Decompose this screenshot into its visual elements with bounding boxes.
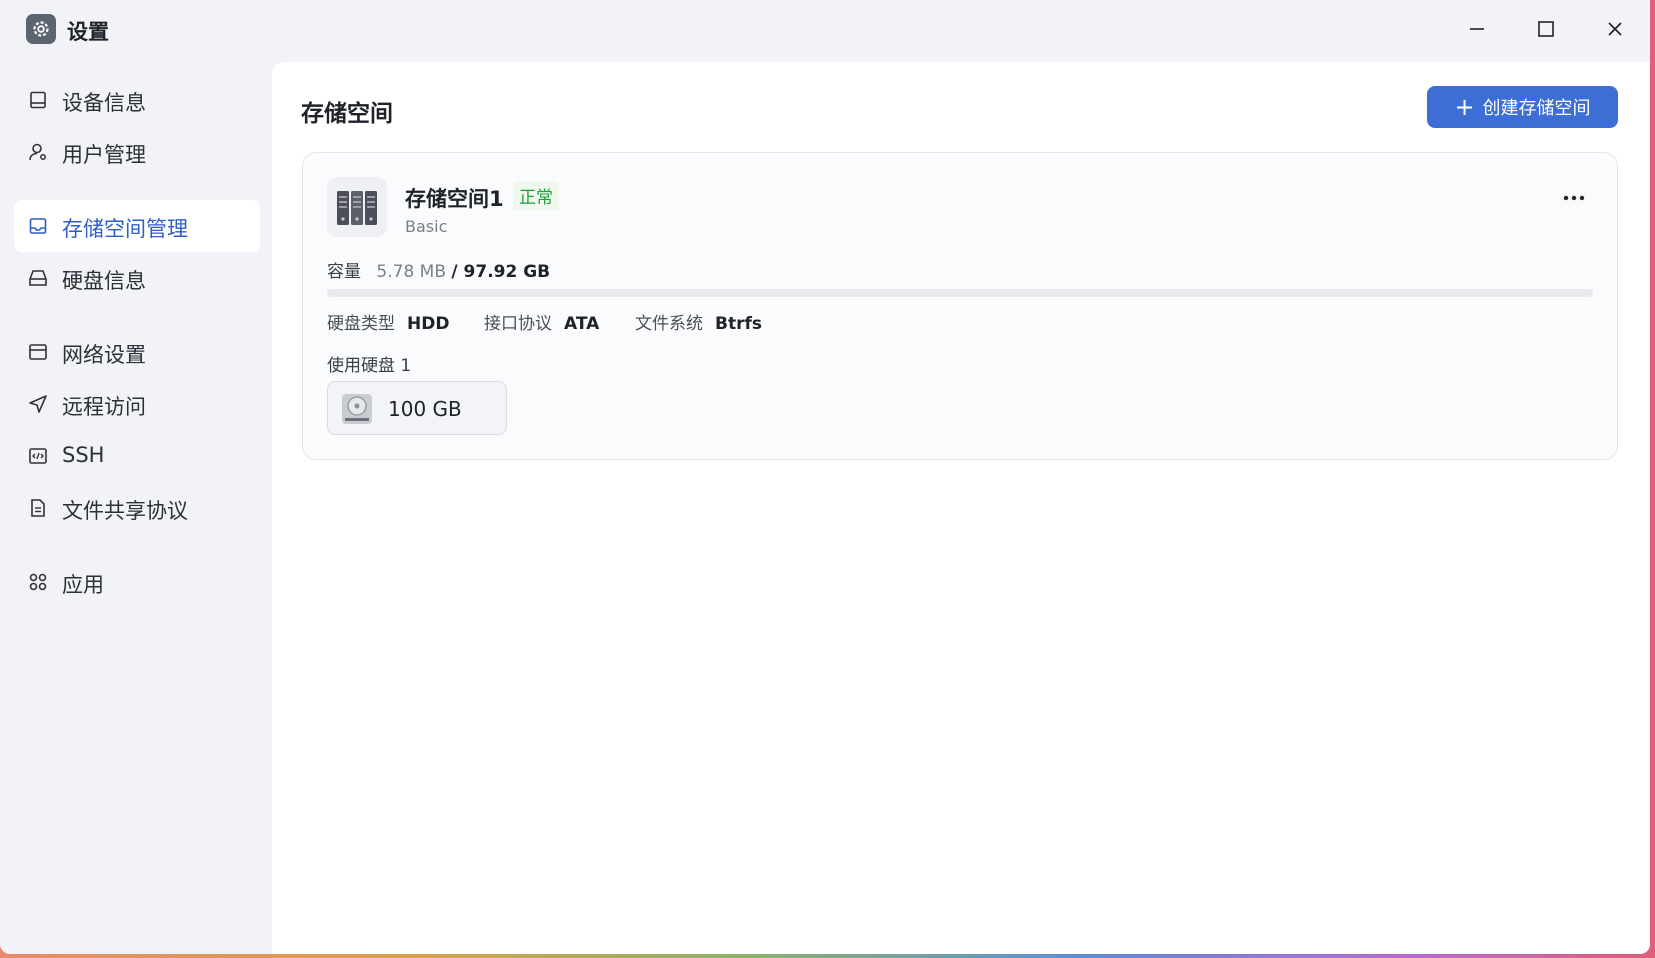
close-button[interactable] <box>1595 12 1635 46</box>
sidebar-item-label: 设备信息 <box>62 91 146 115</box>
sidebar-item-label: 文件共享协议 <box>62 499 188 523</box>
page-title: 存储空间 <box>301 101 393 127</box>
sidebar-item-network-settings[interactable]: 网络设置 <box>14 326 260 378</box>
storage-icon <box>27 215 49 237</box>
interface-value: ATA <box>564 314 600 334</box>
network-icon <box>27 341 49 363</box>
sidebar-item-label: 远程访问 <box>62 395 146 419</box>
volume-name: 存储空间1 <box>405 187 504 211</box>
disks-used-label: 使用硬盘 1 <box>327 356 412 376</box>
more-icon <box>1563 195 1585 201</box>
sidebar-item-remote-access[interactable]: 远程访问 <box>14 378 260 430</box>
sidebar-item-label: 存储空间管理 <box>62 217 188 241</box>
sidebar-item-label: 网络设置 <box>62 343 146 367</box>
harddisk-icon <box>342 394 372 424</box>
minimize-button[interactable] <box>1457 12 1497 46</box>
code-icon <box>27 445 49 467</box>
window-title: 设置 <box>67 20 109 44</box>
main-panel: 存储空间 + 创建存储空间 存储空间1 正常 Basic 容量 5.78 MB … <box>272 62 1650 954</box>
create-storage-label: 创建存储空间 <box>1482 98 1591 119</box>
document-icon <box>27 497 49 519</box>
sidebar-item-file-sharing[interactable]: 文件共享协议 <box>14 482 260 534</box>
storage-volume-icon <box>327 177 387 237</box>
interface-spec: 接口协议 ATA <box>484 309 599 334</box>
sidebar-item-label: SSH <box>62 443 105 467</box>
capacity-label: 容量 <box>327 262 361 282</box>
capacity-total: / 97.92 GB <box>451 262 551 282</box>
disk-type-spec: 硬盘类型 HDD <box>327 309 449 334</box>
capacity-used: 5.78 MB <box>376 262 446 282</box>
disk-size: 100 GB <box>388 397 462 421</box>
capacity-row: 容量 5.78 MB / 97.92 GB <box>327 257 550 282</box>
gear-icon <box>26 14 56 44</box>
capacity-progress-bar <box>327 289 1593 297</box>
settings-window: 设置 设备信息 用户管理 存储空间管理 硬盘信息 网络设置 远程访问 SSH 文… <box>0 0 1650 954</box>
maximize-button[interactable] <box>1526 12 1566 46</box>
sidebar-item-label: 用户管理 <box>62 143 146 167</box>
device-icon <box>27 89 49 111</box>
plus-icon: + <box>1454 93 1475 121</box>
close-icon <box>1608 22 1622 36</box>
filesystem-value: Btrfs <box>715 314 762 334</box>
filesystem-label: 文件系统 <box>635 314 703 334</box>
interface-label: 接口协议 <box>484 314 552 334</box>
disk-chip[interactable]: 100 GB <box>327 381 507 435</box>
apps-icon <box>27 571 49 593</box>
maximize-icon <box>1538 21 1554 37</box>
disk-type-label: 硬盘类型 <box>327 314 395 334</box>
more-options-button[interactable] <box>1557 185 1591 211</box>
sidebar-item-ssh[interactable]: SSH <box>14 430 260 482</box>
storage-volume-card: 存储空间1 正常 Basic 容量 5.78 MB / 97.92 GB 硬盘类… <box>302 152 1618 460</box>
sidebar-item-disk-info[interactable]: 硬盘信息 <box>14 252 260 304</box>
disk-type-value: HDD <box>407 314 450 334</box>
sidebar-item-label: 硬盘信息 <box>62 269 146 293</box>
volume-type: Basic <box>405 217 448 236</box>
sidebar-item-apps[interactable]: 应用 <box>14 556 260 608</box>
sidebar-item-label: 应用 <box>62 573 104 597</box>
title-bar: 设置 <box>0 0 1650 60</box>
send-icon <box>27 393 49 415</box>
minimize-icon <box>1470 28 1484 30</box>
user-icon <box>27 141 49 163</box>
status-badge: 正常 <box>513 181 559 210</box>
sidebar-item-user-management[interactable]: 用户管理 <box>14 126 260 178</box>
create-storage-button[interactable]: + 创建存储空间 <box>1427 86 1618 128</box>
sidebar-item-storage-management[interactable]: 存储空间管理 <box>14 200 260 252</box>
filesystem-spec: 文件系统 Btrfs <box>635 309 762 334</box>
sidebar-item-device-info[interactable]: 设备信息 <box>14 74 260 126</box>
harddisk-icon <box>27 267 49 289</box>
